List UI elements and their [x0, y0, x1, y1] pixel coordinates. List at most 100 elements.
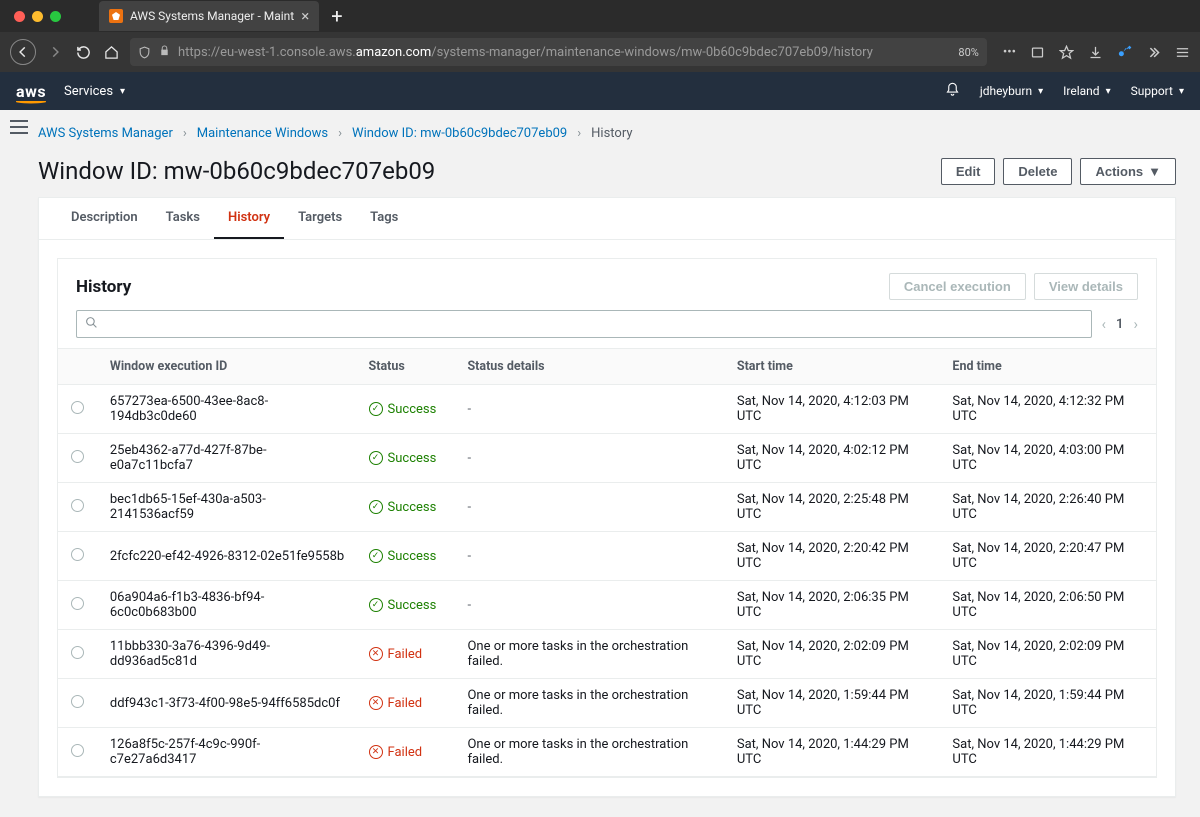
breadcrumb-link[interactable]: AWS Systems Manager	[38, 126, 173, 141]
zoom-level[interactable]: 80%	[958, 46, 978, 59]
check-circle-icon: ✓	[369, 598, 383, 612]
column-header-status-details[interactable]: Status details	[455, 349, 724, 385]
more-icon[interactable]: •••	[1003, 45, 1016, 60]
table-row[interactable]: 126a8f5c-257f-4c9c-990f-c7e27a6d3417✕Fai…	[58, 728, 1156, 777]
end-time-cell: Sat, Nov 14, 2020, 4:12:32 PM UTC	[940, 385, 1156, 434]
close-tab-icon[interactable]: ×	[301, 7, 309, 25]
browser-toolbar-right: •••	[1003, 45, 1190, 60]
status-details-cell: -	[455, 581, 724, 630]
search-input[interactable]	[76, 310, 1092, 338]
delete-button[interactable]: Delete	[1003, 158, 1072, 185]
services-menu[interactable]: Services	[64, 84, 125, 99]
table-row[interactable]: 657273ea-6500-43ee-8ac8-194db3c0de60✓Suc…	[58, 385, 1156, 434]
status-details-cell: -	[455, 434, 724, 483]
notifications-icon[interactable]	[945, 82, 960, 101]
breadcrumb-link[interactable]: Maintenance Windows	[197, 126, 328, 141]
row-select-radio[interactable]	[71, 401, 84, 414]
start-time-cell: Sat, Nov 14, 2020, 2:02:09 PM UTC	[725, 630, 941, 679]
column-header-status[interactable]: Status	[357, 349, 456, 385]
end-time-cell: Sat, Nov 14, 2020, 2:02:09 PM UTC	[940, 630, 1156, 679]
history-table: Window execution ID Status Status detail…	[58, 348, 1156, 777]
cancel-execution-button[interactable]: Cancel execution	[889, 273, 1026, 300]
status-label: Success	[388, 402, 437, 417]
tab-tags[interactable]: Tags	[356, 198, 412, 239]
row-select-radio[interactable]	[71, 450, 84, 463]
tab-description[interactable]: Description	[57, 198, 152, 239]
status-cell: ✓Success	[369, 451, 444, 466]
status-label: Success	[388, 598, 437, 613]
column-header-end-time[interactable]: End time	[940, 349, 1156, 385]
password-key-icon[interactable]	[1117, 45, 1132, 60]
tab-tasks[interactable]: Tasks	[152, 198, 214, 239]
start-time-cell: Sat, Nov 14, 2020, 1:59:44 PM UTC	[725, 679, 941, 728]
tracking-shield-icon[interactable]	[138, 46, 151, 59]
downloads-icon[interactable]	[1088, 45, 1103, 60]
table-row[interactable]: 06a904a6-f1b3-4836-bf94-6c0c0b683b00✓Suc…	[58, 581, 1156, 630]
chevron-right-icon: ›	[577, 126, 581, 141]
region-menu[interactable]: Ireland	[1063, 84, 1110, 98]
start-time-cell: Sat, Nov 14, 2020, 2:06:35 PM UTC	[725, 581, 941, 630]
x-circle-icon: ✕	[369, 745, 383, 759]
url-bar[interactable]: https://eu-west-1.console.aws.amazon.com…	[130, 38, 987, 66]
support-menu[interactable]: Support	[1131, 84, 1184, 98]
maximize-window-icon[interactable]	[50, 11, 61, 22]
status-label: Success	[388, 500, 437, 515]
row-select-radio[interactable]	[71, 548, 84, 561]
row-select-radio[interactable]	[71, 646, 84, 659]
reader-icon[interactable]	[1030, 45, 1045, 60]
home-button[interactable]	[102, 43, 120, 61]
next-page-icon[interactable]: ›	[1133, 315, 1138, 333]
aws-logo[interactable]: aws	[16, 82, 46, 101]
tab-strip: AWS Systems Manager - Maint × +	[0, 0, 1200, 32]
forward-button[interactable]	[46, 43, 64, 61]
status-cell: ✕ Failed	[369, 745, 444, 760]
aws-header: aws Services jdheyburn Ireland Support	[0, 72, 1200, 110]
new-tab-button[interactable]: +	[319, 4, 354, 28]
prev-page-icon[interactable]: ‹	[1102, 315, 1107, 333]
status-cell: ✕Failed	[369, 696, 444, 711]
status-details-cell: One or more tasks in the orchestration f…	[455, 728, 724, 777]
column-header-start-time[interactable]: Start time	[725, 349, 941, 385]
breadcrumb-current: History	[591, 126, 632, 141]
minimize-window-icon[interactable]	[32, 11, 43, 22]
row-select-radio[interactable]	[71, 499, 84, 512]
end-time-cell: Sat, Nov 14, 2020, 1:59:44 PM UTC	[940, 679, 1156, 728]
side-nav-toggle-icon[interactable]	[10, 120, 28, 134]
table-row[interactable]: 11bbb330-3a76-4396-9d49-dd936ad5c81d ✕Fai…	[58, 630, 1156, 679]
search-icon	[85, 316, 98, 333]
end-time-cell: Sat, Nov 14, 2020, 2:20:47 PM UTC	[940, 532, 1156, 581]
status-cell: ✕Failed	[369, 647, 444, 662]
pagination: ‹ 1 ›	[1102, 315, 1138, 333]
reload-button[interactable]	[74, 43, 92, 61]
table-row[interactable]: 2fcfc220-ef42-4926-8312-02e51fe9558b✓Suc…	[58, 532, 1156, 581]
status-details-cell: -	[455, 385, 724, 434]
actions-dropdown[interactable]: Actions▼	[1080, 158, 1176, 185]
account-menu[interactable]: jdheyburn	[980, 84, 1043, 98]
browser-tab[interactable]: AWS Systems Manager - Maint ×	[99, 1, 319, 31]
execution-id-cell: 11bbb330-3a76-4396-9d49-dd936ad5c81d	[98, 630, 357, 679]
table-row[interactable]: ddf943c1-3f73-4f00-98e5-94ff6585dc0f✕Fai…	[58, 679, 1156, 728]
status-label: Failed	[388, 745, 423, 760]
overflow-icon[interactable]	[1146, 45, 1161, 60]
view-details-button[interactable]: View details	[1034, 273, 1138, 300]
tab-title: AWS Systems Manager - Maint	[130, 9, 294, 23]
column-header-execution-id[interactable]: Window execution ID	[98, 349, 357, 385]
end-time-cell: Sat, Nov 14, 2020, 1:44:29 PM UTC	[940, 728, 1156, 777]
tab-targets[interactable]: Targets	[284, 198, 356, 239]
row-select-radio[interactable]	[71, 695, 84, 708]
check-circle-icon: ✓	[369, 451, 383, 465]
status-details-cell: One or more tasks in the orchestration f…	[455, 679, 724, 728]
main-panel: DescriptionTasksHistoryTargetsTags Histo…	[38, 197, 1176, 797]
table-row[interactable]: 25eb4362-a77d-427f-87be-e0a7c11bcfa7✓Suc…	[58, 434, 1156, 483]
row-select-radio[interactable]	[71, 597, 84, 610]
close-window-icon[interactable]	[14, 11, 25, 22]
table-row[interactable]: bec1db65-15ef-430a-a503-2141536acf59✓Suc…	[58, 483, 1156, 532]
tab-history[interactable]: History	[214, 198, 284, 239]
bookmark-icon[interactable]	[1059, 45, 1074, 60]
breadcrumb-link[interactable]: Window ID: mw-0b60c9bdec707eb09	[352, 126, 567, 141]
status-details-cell: -	[455, 483, 724, 532]
row-select-radio[interactable]	[71, 744, 84, 757]
back-button[interactable]	[10, 39, 36, 65]
edit-button[interactable]: Edit	[941, 158, 996, 185]
hamburger-menu-icon[interactable]	[1175, 45, 1190, 60]
